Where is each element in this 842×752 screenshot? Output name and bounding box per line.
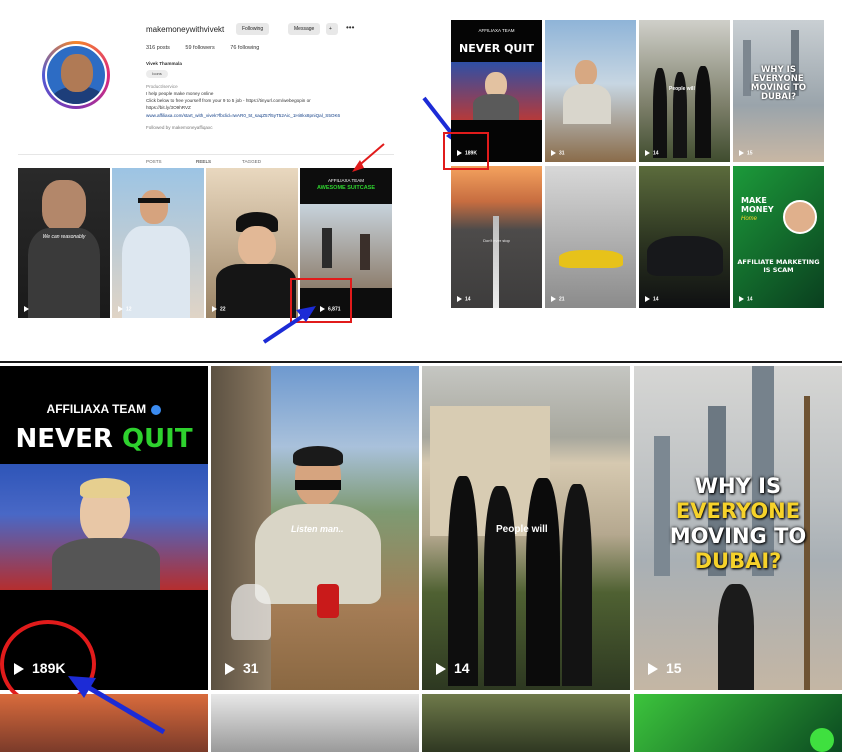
reel-thumbnail[interactable] bbox=[211, 694, 419, 752]
reels-grid-small: AFFILIAXA TEAM NEVER QUIT 189K 31 People… bbox=[443, 20, 824, 308]
reel-thumbnail[interactable]: MAKE MONEY Home AFFILIATE MARKETING IS S… bbox=[733, 166, 824, 308]
annotation-arrow bbox=[68, 676, 166, 735]
reel-thumbnail[interactable]: Don't ever stop 14 bbox=[451, 166, 542, 308]
reel-thumbnail[interactable]: 14 bbox=[639, 166, 730, 308]
play-icon bbox=[551, 149, 556, 156]
reel-thumbnail[interactable] bbox=[422, 694, 630, 752]
highlight-box bbox=[443, 132, 489, 170]
divider bbox=[0, 361, 842, 363]
play-icon bbox=[648, 663, 658, 676]
play-icon bbox=[645, 149, 650, 156]
reel-thumbnail[interactable]: Listen man.. 31 bbox=[211, 366, 419, 690]
reel-thumbnail[interactable]: WHY IS EVERYONE MOVING TO DUBAI? 15 bbox=[634, 366, 842, 690]
reel-thumbnail[interactable]: People will 14 bbox=[422, 366, 630, 690]
play-icon bbox=[457, 295, 462, 302]
reel-thumbnail[interactable]: WHY IS EVERYONE MOVING TO DUBAI? 15 bbox=[733, 20, 824, 162]
play-icon bbox=[739, 295, 744, 302]
play-icon bbox=[551, 295, 556, 302]
play-icon bbox=[645, 295, 650, 302]
play-icon bbox=[436, 663, 446, 676]
reel-thumbnail[interactable]: 31 bbox=[545, 20, 636, 162]
play-icon bbox=[225, 663, 235, 676]
play-icon bbox=[739, 149, 744, 156]
reel-thumbnail[interactable]: 21 bbox=[545, 166, 636, 308]
reel-thumbnail[interactable] bbox=[634, 694, 842, 752]
reel-thumbnail[interactable]: People will 14 bbox=[639, 20, 730, 162]
verified-icon bbox=[151, 404, 162, 415]
